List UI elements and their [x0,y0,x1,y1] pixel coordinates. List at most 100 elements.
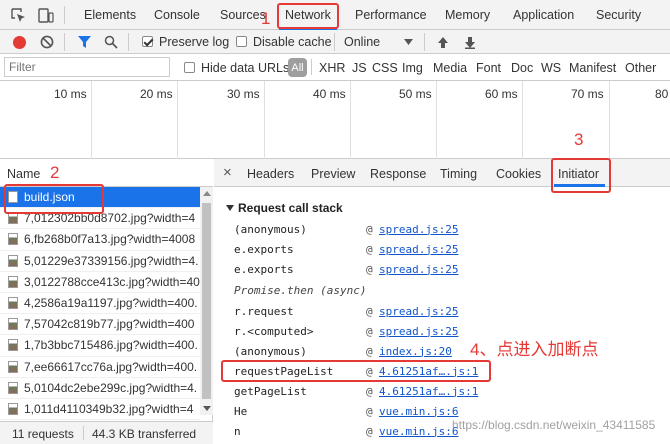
filter-all-button[interactable]: All [288,58,307,77]
timeline-tick: 80 [655,87,669,101]
annotation-number-1: 1 [261,9,271,28]
timeline-tick: 20 ms [140,87,173,101]
record-icon[interactable] [11,34,27,50]
request-row[interactable]: 4,2586a19a1197.jpg?width=400. [0,293,200,315]
filter-input[interactable] [4,57,170,77]
request-list-scrollbar[interactable] [200,187,213,415]
timeline-tick: 10 ms [54,87,87,101]
tab-security[interactable]: Security [596,8,641,22]
timeline-tick: 50 ms [399,87,432,101]
image-icon [8,339,18,352]
request-row[interactable]: 7,57042c819b77.jpg?width=400 [0,314,200,336]
request-row[interactable]: 1,7b3bbc715486.jpg?width=400. [0,335,200,357]
tab-performance[interactable]: Performance [355,8,427,22]
frame-function: e.exports [234,262,294,276]
frame-source-link[interactable]: spread.js:25 [379,325,458,338]
toolbar-separator [334,33,335,51]
image-icon [8,233,18,246]
annotation-box-initiator [551,158,611,193]
request-row[interactable]: 1,011d4110349b32.jpg?width=4 [0,399,200,421]
request-row[interactable]: 5,01229e37339156.jpg?width=4. [0,251,200,272]
tab-memory[interactable]: Memory [445,8,490,22]
export-har-icon[interactable] [463,34,477,50]
stack-frame: getPageList @ 4.61251af….js:1 [234,381,664,401]
scrollbar-thumb[interactable] [202,203,211,399]
frame-source-link[interactable]: 4.61251af….js:1 [379,385,478,398]
preserve-log-checkbox[interactable] [142,36,153,47]
request-row[interactable]: 5,0104dc2ebe299c.jpg?width=4. [0,378,200,399]
filter-separator [311,59,312,75]
frame-function: (anonymous) [234,344,307,358]
frame-source-link[interactable]: spread.js:25 [379,223,458,236]
tab-response[interactable]: Response [370,167,426,181]
frame-at: @ [366,242,373,256]
request-list-header: Name [0,159,213,187]
request-name: 5,0104dc2ebe299c.jpg?width=4. [24,380,198,395]
tab-timing[interactable]: Timing [440,167,477,181]
request-row[interactable]: 7,ee66617cc76a.jpg?width=400. [0,357,200,378]
close-icon[interactable]: × [223,164,232,181]
chevron-down-icon[interactable] [402,36,414,48]
tab-sources[interactable]: Sources [220,8,266,22]
frame-at: @ [366,222,373,236]
toolbar-separator [424,33,425,51]
filter-type-css[interactable]: CSS [372,61,398,75]
request-name: 1,011d4110349b32.jpg?width=4 [24,401,194,416]
search-icon[interactable] [103,34,119,50]
frame-function: getPageList [234,384,307,398]
tab-console[interactable]: Console [154,8,200,22]
frame-source-link[interactable]: index.js:20 [379,345,452,358]
device-toolbar-icon[interactable] [38,7,54,23]
triangle-down-icon [226,205,234,211]
call-stack-title: Request call stack [238,201,343,215]
frame-function: r.<computed> [234,324,314,338]
frame-at: @ [366,424,373,438]
frame-source-link[interactable]: spread.js:25 [379,305,458,318]
scroll-down-arrow-icon[interactable] [203,406,211,411]
tab-cookies[interactable]: Cookies [496,167,541,181]
frame-source-link[interactable]: spread.js:25 [379,263,458,276]
filter-icon[interactable] [76,34,92,50]
filter-type-ws[interactable]: WS [541,61,561,75]
timeline-gridline [177,81,178,159]
request-row[interactable]: 6,fb268b0f7a13.jpg?width=4008 [0,229,200,251]
filter-type-media[interactable]: Media [433,61,467,75]
frame-source-link[interactable]: vue.min.js:6 [379,425,458,438]
timeline-gridline [522,81,523,159]
timeline-tick: 70 ms [571,87,604,101]
network-toolbar: Preserve log Disable cache Online [0,30,670,54]
inspect-element-icon[interactable] [10,7,26,23]
frame-source-link[interactable]: vue.min.js:6 [379,405,458,418]
tab-application[interactable]: Application [513,8,574,22]
timeline-gridline [609,81,610,159]
frame-function: e.exports [234,242,294,256]
tab-elements[interactable]: Elements [84,8,136,22]
scroll-up-arrow-icon[interactable] [203,191,211,196]
annotation-step-4: 4、点进入加断点 [470,340,599,359]
name-column-header[interactable]: Name [7,167,40,181]
filter-type-other[interactable]: Other [625,61,656,75]
call-stack-section-header[interactable]: Request call stack [226,201,343,215]
throttle-select[interactable]: Online [344,35,380,49]
stack-frame: r.<computed> @ spread.js:25 [234,321,664,341]
stack-frame: e.exports @ spread.js:25 [234,259,664,279]
tab-preview[interactable]: Preview [311,167,355,181]
frame-at: @ [366,324,373,338]
filter-type-font[interactable]: Font [476,61,501,75]
import-har-icon[interactable] [436,34,450,50]
tab-headers[interactable]: Headers [247,167,294,181]
preserve-log-label: Preserve log [159,35,230,49]
clear-icon[interactable] [39,34,55,50]
timeline-overview[interactable]: 10 ms 20 ms 30 ms 40 ms 50 ms 60 ms 70 m… [0,81,670,159]
annotation-number-3: 3 [574,130,584,149]
filter-type-xhr[interactable]: XHR [319,61,345,75]
filter-type-img[interactable]: Img [402,61,423,75]
filter-type-js[interactable]: JS [352,61,367,75]
request-name: 5,01229e37339156.jpg?width=4. [24,253,199,268]
filter-type-manifest[interactable]: Manifest [569,61,616,75]
frame-source-link[interactable]: spread.js:25 [379,243,458,256]
request-row[interactable]: 3,0122788cce413c.jpg?width=40 [0,272,200,293]
hide-data-urls-checkbox[interactable] [184,62,195,73]
filter-type-doc[interactable]: Doc [511,61,533,75]
disable-cache-checkbox[interactable] [236,36,247,47]
